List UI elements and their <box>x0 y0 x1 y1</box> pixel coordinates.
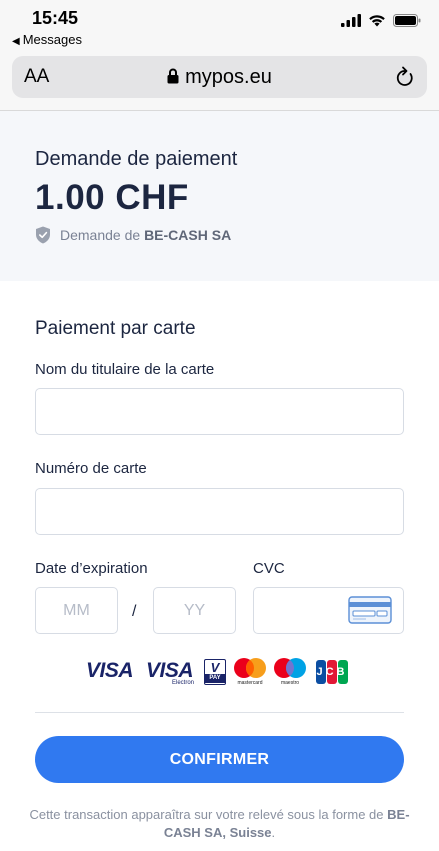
maestro-word: maestro <box>280 680 300 686</box>
divider <box>35 712 404 713</box>
statement-note-text: Cette transaction apparaîtra sur votre r… <box>29 807 384 822</box>
address-domain[interactable]: mypos.eu <box>12 66 427 89</box>
expiry-month-input[interactable] <box>35 587 118 634</box>
back-app-label: Messages <box>22 32 82 47</box>
mastercard-circles-icon <box>234 658 266 678</box>
maestro-logo: maestro <box>273 657 307 686</box>
payment-amount: 1.00 CHF <box>35 178 189 217</box>
card-back-icon <box>348 596 392 624</box>
visa-logo: VISA <box>86 659 134 682</box>
status-icons <box>341 14 421 27</box>
lock-icon <box>167 68 179 84</box>
browser-toolbar: AA mypos.eu <box>0 52 439 111</box>
jcb-word: JCB <box>316 666 348 678</box>
merchant-line: Demande de BE-CASH SA <box>35 226 231 244</box>
confirm-button[interactable]: CONFIRMER <box>35 736 404 783</box>
page-title: Demande de paiement <box>35 148 238 170</box>
merchant-name: BE-CASH SA <box>144 227 232 243</box>
cardholder-label: Nom du titulaire de la carte <box>35 361 215 378</box>
merchant-prefix: Demande de <box>60 227 141 243</box>
back-to-messages[interactable]: ◀ Messages <box>12 32 82 47</box>
domain-text: mypos.eu <box>185 66 272 88</box>
vpay-v: V <box>210 660 220 675</box>
status-time: 15:45 <box>32 8 79 28</box>
vpay-pay: PAY <box>205 674 225 683</box>
expiry-separator: / <box>132 603 137 620</box>
visa-electron-logo: VISA Electron <box>146 659 196 689</box>
signal-icon <box>341 14 361 27</box>
status-bar: 15:45 ◀ Messages <box>0 0 439 52</box>
statement-note-end: . <box>271 825 276 840</box>
v-pay-logo: V PAY <box>204 659 226 685</box>
electron-word: Electron <box>171 680 194 686</box>
expiry-label: Date d’expiration <box>35 560 148 577</box>
card-number-label: Numéro de carte <box>35 460 147 477</box>
reload-icon[interactable] <box>395 66 415 88</box>
back-arrow-icon: ◀ <box>12 36 20 47</box>
card-brand-logos: VISA VISA Electron V PAY mastercard maes… <box>86 657 356 689</box>
mastercard-logo: mastercard <box>233 657 267 686</box>
shield-check-icon <box>36 226 50 244</box>
cardholder-name-input[interactable] <box>35 388 404 435</box>
wifi-icon <box>369 15 385 27</box>
payment-header: Demande de paiement 1.00 CHF Demande de … <box>0 111 439 281</box>
maestro-circles-icon <box>274 658 306 678</box>
card-number-input[interactable] <box>35 488 404 535</box>
address-bar[interactable]: AA mypos.eu <box>12 56 427 98</box>
expiry-year-input[interactable] <box>153 587 236 634</box>
mastercard-word: mastercard <box>237 680 263 686</box>
section-title: Paiement par carte <box>35 318 196 339</box>
cvc-label: CVC <box>253 560 285 577</box>
jcb-logo: JCB <box>316 660 348 684</box>
statement-note: Cette transaction apparaîtra sur votre r… <box>20 806 419 842</box>
battery-icon <box>393 14 421 27</box>
